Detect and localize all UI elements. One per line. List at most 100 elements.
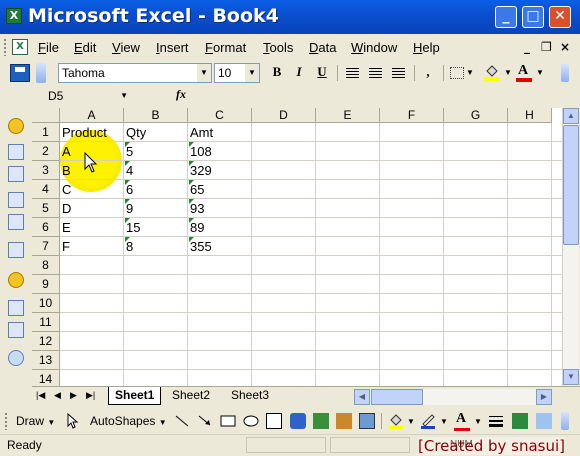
- cell-c2[interactable]: 108: [188, 142, 212, 161]
- chevron-down-icon[interactable]: ▼: [440, 417, 448, 426]
- column-header-a[interactable]: A: [60, 108, 124, 123]
- toolbar-options-handle[interactable]: [561, 412, 569, 430]
- row-header-5[interactable]: 5: [32, 199, 60, 218]
- horizontal-scroll-thumb[interactable]: [371, 389, 423, 405]
- remove-precedent-arrows-icon[interactable]: [8, 166, 24, 182]
- clip-art-icon[interactable]: [336, 413, 352, 429]
- column-header-g[interactable]: G: [444, 108, 508, 123]
- workbook-restore-button[interactable]: ❐: [541, 40, 552, 54]
- trace-dependents-icon[interactable]: [8, 192, 24, 208]
- fill-color-icon[interactable]: [484, 65, 500, 77]
- chevron-down-icon[interactable]: ▼: [474, 417, 482, 426]
- align-right-icon[interactable]: [392, 68, 405, 78]
- shadow-style-icon[interactable]: [512, 413, 528, 429]
- font-color-icon[interactable]: A: [518, 63, 528, 79]
- chevron-down-icon[interactable]: ▼: [197, 64, 211, 82]
- cell-c6[interactable]: 89: [188, 218, 204, 237]
- scroll-right-arrow-icon[interactable]: ▶: [536, 389, 552, 405]
- next-sheet-icon[interactable]: ▶: [70, 390, 77, 401]
- bold-button[interactable]: B: [267, 64, 287, 82]
- sheet-tab-sheet1[interactable]: Sheet1: [108, 387, 162, 405]
- align-center-icon[interactable]: [369, 68, 382, 78]
- column-header-h[interactable]: H: [508, 108, 552, 123]
- row-header-12[interactable]: 12: [32, 332, 60, 351]
- rectangle-icon[interactable]: [220, 413, 236, 429]
- cell-a6[interactable]: E: [60, 218, 71, 237]
- evaluate-formula-icon[interactable]: [8, 350, 24, 366]
- cell-b6[interactable]: 15: [124, 218, 140, 237]
- wordart-icon[interactable]: [290, 413, 306, 429]
- sheet-tab-sheet3[interactable]: Sheet3: [225, 387, 275, 405]
- autoshapes-menu-button[interactable]: AutoShapes ▼: [90, 414, 167, 428]
- align-left-icon[interactable]: [346, 68, 359, 78]
- scroll-left-arrow-icon[interactable]: ◀: [354, 389, 370, 405]
- row-header-13[interactable]: 13: [32, 351, 60, 370]
- line-style-icon[interactable]: [488, 413, 504, 429]
- menu-view[interactable]: View: [112, 40, 140, 55]
- oval-icon[interactable]: [243, 413, 259, 429]
- line-icon[interactable]: [174, 413, 190, 429]
- font-name-dropdown[interactable]: Tahoma ▼: [58, 63, 212, 83]
- remove-dependent-arrows-icon[interactable]: [8, 214, 24, 230]
- chevron-down-icon[interactable]: ▼: [504, 68, 512, 77]
- picture-icon[interactable]: [359, 413, 375, 429]
- worksheet-grid[interactable]: ABCDEFGH123456789101112131415ProductQtyA…: [32, 108, 562, 386]
- insert-function-icon[interactable]: fx: [176, 87, 186, 102]
- workbook-icon[interactable]: X: [12, 39, 28, 55]
- name-box[interactable]: D5 ▼: [8, 88, 132, 105]
- cell-b3[interactable]: 4: [124, 161, 133, 180]
- scroll-up-arrow-icon[interactable]: ▲: [563, 108, 579, 124]
- row-header-8[interactable]: 8: [32, 256, 60, 275]
- diagram-icon[interactable]: [313, 413, 329, 429]
- toolbar-options-handle[interactable]: [561, 64, 569, 82]
- new-comment-icon[interactable]: [8, 300, 24, 316]
- chevron-down-icon[interactable]: ▼: [245, 64, 259, 82]
- cell-b5[interactable]: 9: [124, 199, 133, 218]
- first-sheet-icon[interactable]: |◀: [36, 390, 45, 401]
- row-header-6[interactable]: 6: [32, 218, 60, 237]
- cell-c1[interactable]: Amt: [188, 123, 213, 142]
- vertical-scroll-thumb[interactable]: [563, 125, 579, 245]
- select-objects-icon[interactable]: [64, 412, 80, 429]
- row-header-11[interactable]: 11: [32, 313, 60, 332]
- cell-a7[interactable]: F: [60, 237, 70, 256]
- last-sheet-icon[interactable]: ▶|: [86, 390, 95, 401]
- column-header-d[interactable]: D: [252, 108, 316, 123]
- 3d-style-icon[interactable]: [536, 413, 552, 429]
- borders-icon[interactable]: [450, 67, 464, 79]
- row-header-3[interactable]: 3: [32, 161, 60, 180]
- row-header-7[interactable]: 7: [32, 237, 60, 256]
- column-header-b[interactable]: B: [124, 108, 188, 123]
- cell-b7[interactable]: 8: [124, 237, 133, 256]
- menu-grip[interactable]: [3, 38, 7, 56]
- italic-button[interactable]: I: [289, 64, 309, 82]
- row-header-1[interactable]: 1: [32, 123, 60, 142]
- cell-c3[interactable]: 329: [188, 161, 212, 180]
- vertical-scrollbar[interactable]: ▲ ▼: [562, 108, 579, 386]
- font-color-icon[interactable]: A: [456, 411, 466, 427]
- menu-data[interactable]: Data: [309, 40, 336, 55]
- column-header-c[interactable]: C: [188, 108, 252, 123]
- save-icon[interactable]: [10, 64, 30, 82]
- menu-file[interactable]: File: [38, 40, 59, 55]
- line-color-icon[interactable]: [420, 413, 436, 429]
- cell-a4[interactable]: C: [60, 180, 71, 199]
- cell-a3[interactable]: B: [60, 161, 71, 180]
- close-button[interactable]: ✕: [549, 6, 571, 28]
- arrow-icon[interactable]: [197, 413, 213, 429]
- scroll-down-arrow-icon[interactable]: ▼: [563, 369, 579, 385]
- cell-a1[interactable]: Product: [60, 123, 107, 142]
- excel-app-icon[interactable]: X: [6, 8, 22, 24]
- chevron-down-icon[interactable]: ▼: [120, 88, 128, 104]
- cell-c7[interactable]: 355: [188, 237, 212, 256]
- row-header-10[interactable]: 10: [32, 294, 60, 313]
- workbook-minimize-button[interactable]: _: [524, 40, 530, 54]
- formula-input[interactable]: [192, 88, 578, 105]
- text-box-icon[interactable]: [266, 413, 282, 429]
- previous-sheet-icon[interactable]: ◀: [54, 390, 61, 401]
- maximize-button[interactable]: □: [522, 6, 544, 28]
- menu-window[interactable]: Window: [351, 40, 397, 55]
- cell-c5[interactable]: 93: [188, 199, 204, 218]
- remove-all-arrows-icon[interactable]: [8, 242, 24, 258]
- cell-c4[interactable]: 65: [188, 180, 204, 199]
